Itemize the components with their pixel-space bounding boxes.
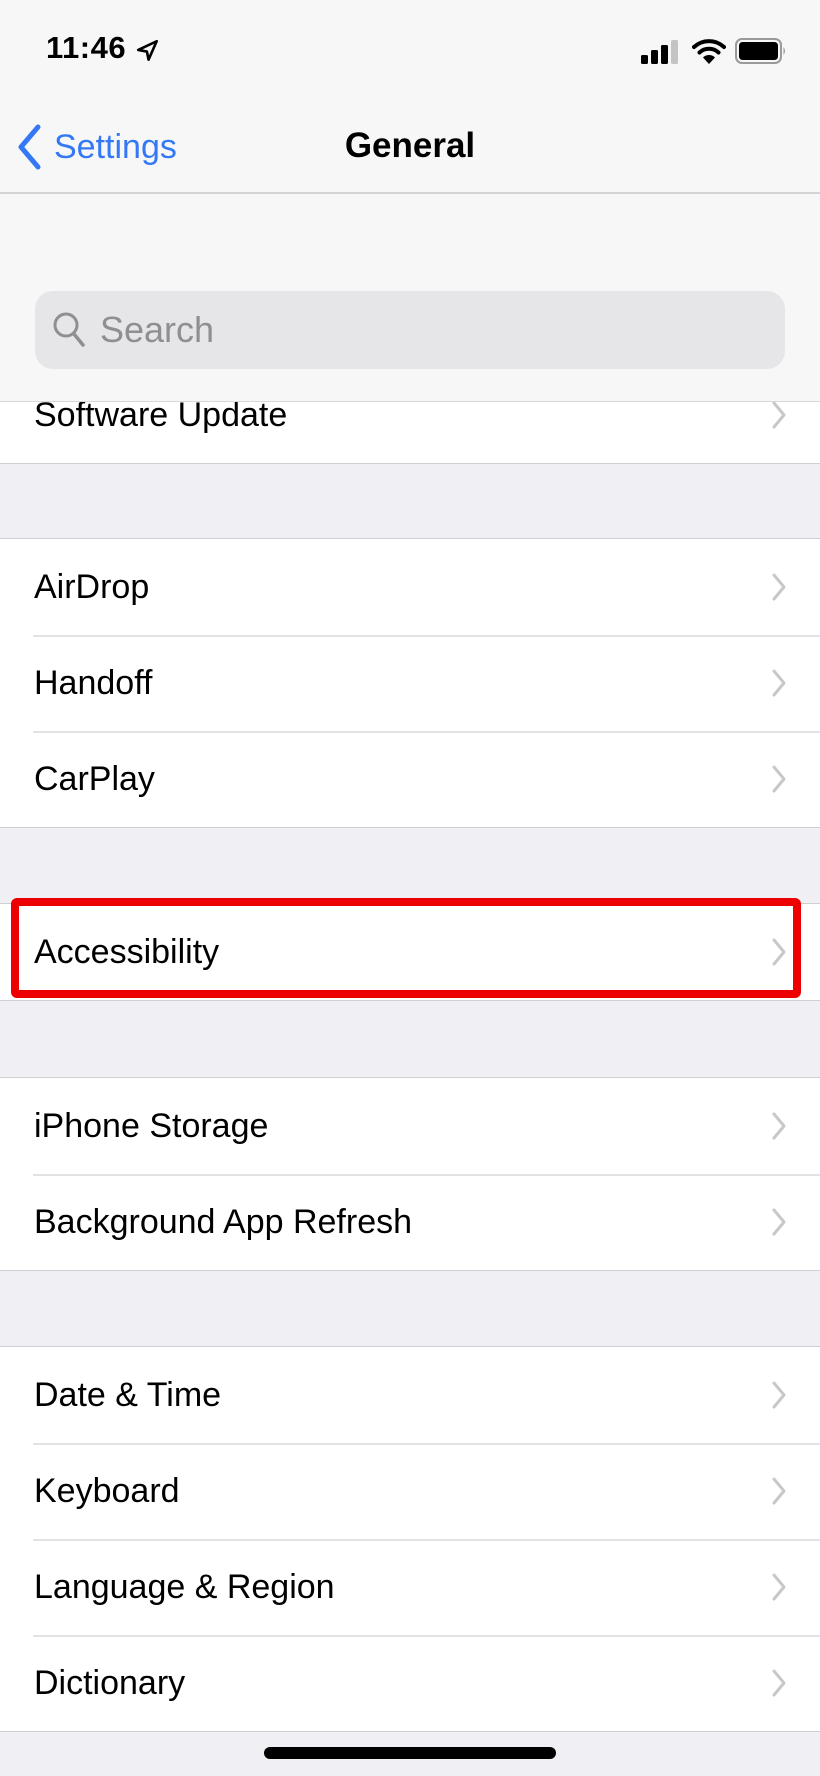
row-background-app-refresh[interactable]: Background App Refresh xyxy=(0,1174,820,1270)
chevron-right-icon xyxy=(772,401,786,429)
row-handoff[interactable]: Handoff xyxy=(0,635,820,731)
chevron-right-icon xyxy=(772,938,786,966)
header: 11:46 Settings General xyxy=(0,0,820,402)
row-iphone-storage[interactable]: iPhone Storage xyxy=(0,1078,820,1174)
search-icon xyxy=(53,312,85,347)
search-field[interactable] xyxy=(35,291,785,369)
chevron-right-icon xyxy=(772,765,786,793)
group-connectivity: AirDrop Handoff CarPlay xyxy=(0,538,820,828)
row-accessibility[interactable]: Accessibility xyxy=(0,904,820,1000)
chevron-right-icon xyxy=(772,1381,786,1409)
location-arrow-icon xyxy=(136,39,158,61)
chevron-right-icon xyxy=(772,573,786,601)
row-label: Keyboard xyxy=(34,1471,180,1510)
chevron-right-icon xyxy=(772,1477,786,1505)
header-divider xyxy=(0,401,820,402)
row-label: Dictionary xyxy=(34,1663,186,1702)
cellular-signal-icon xyxy=(641,40,678,64)
row-label: Language & Region xyxy=(34,1567,335,1606)
group-locale: Date & Time Keyboard Language & Region D… xyxy=(0,1346,820,1732)
row-label: Background App Refresh xyxy=(34,1202,413,1241)
row-label: Accessibility xyxy=(34,932,220,971)
search-input[interactable] xyxy=(100,309,740,351)
row-dictionary[interactable]: Dictionary xyxy=(0,1635,820,1731)
battery-icon xyxy=(735,38,785,64)
chevron-right-icon xyxy=(772,1573,786,1601)
row-carplay[interactable]: CarPlay xyxy=(0,731,820,827)
group-storage: iPhone Storage Background App Refresh xyxy=(0,1077,820,1271)
status-time: 11:46 xyxy=(46,30,127,65)
row-label: iPhone Storage xyxy=(34,1106,269,1145)
row-date-time[interactable]: Date & Time xyxy=(0,1347,820,1443)
page-title: General xyxy=(344,126,476,165)
row-keyboard[interactable]: Keyboard xyxy=(0,1443,820,1539)
group-accessibility: Accessibility xyxy=(0,903,820,1001)
home-indicator[interactable] xyxy=(264,1747,556,1759)
wifi-icon xyxy=(692,39,726,64)
row-label: CarPlay xyxy=(34,759,155,798)
status-bar: 11:46 xyxy=(0,0,820,100)
row-language-region[interactable]: Language & Region xyxy=(0,1539,820,1635)
chevron-right-icon xyxy=(772,669,786,697)
row-airdrop[interactable]: AirDrop xyxy=(0,539,820,635)
row-label: AirDrop xyxy=(34,567,150,606)
chevron-right-icon xyxy=(772,1208,786,1236)
row-label: Date & Time xyxy=(34,1375,222,1414)
chevron-right-icon xyxy=(772,1112,786,1140)
row-label: Handoff xyxy=(34,663,153,702)
nav-bar: Settings General xyxy=(0,100,820,192)
nav-divider xyxy=(0,192,820,194)
chevron-right-icon xyxy=(772,1669,786,1697)
